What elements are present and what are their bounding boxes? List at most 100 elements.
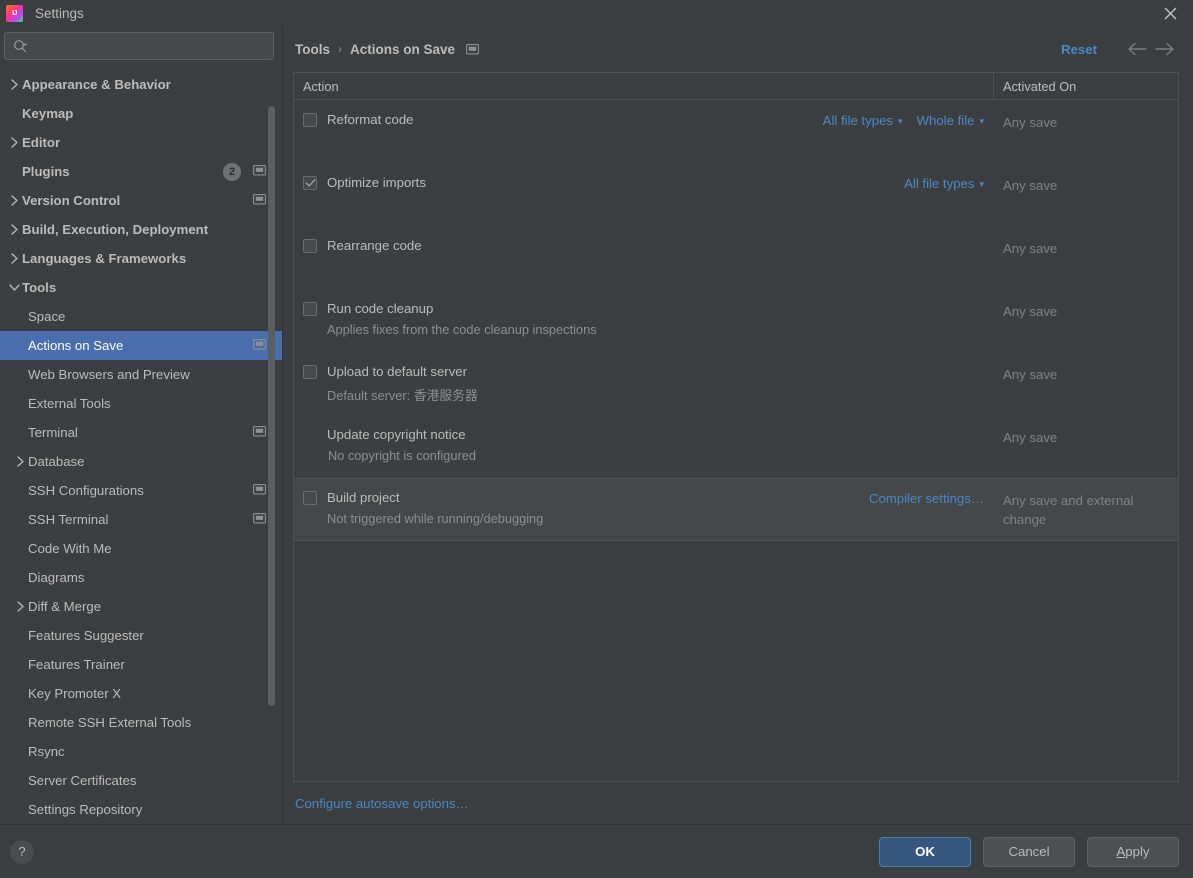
settings-content: Tools › Actions on Save Reset Action Act… <box>283 26 1193 824</box>
checkbox-optimize-imports[interactable] <box>303 175 317 190</box>
monitor-icon <box>253 193 266 208</box>
checkbox-run-code-cleanup[interactable] <box>303 301 317 316</box>
sidebar-item-label: Features Suggester <box>28 628 144 643</box>
monitor-icon <box>466 43 479 55</box>
table-row[interactable]: Upload to default server Default server: … <box>294 352 1178 415</box>
search-input[interactable] <box>28 38 267 54</box>
sidebar-item-label: Keymap <box>22 106 74 121</box>
sidebar-item-remote-ssh-external-tools[interactable]: Remote SSH External Tools <box>0 708 282 737</box>
option-link-all-file-types[interactable]: All file types ▾ <box>904 176 984 191</box>
sidebar-item-terminal[interactable]: Terminal <box>0 418 282 447</box>
sidebar-item-label: Tools <box>22 280 57 295</box>
sidebar-item-ssh-terminal[interactable]: SSH Terminal <box>0 505 282 534</box>
sidebar-item-space[interactable]: Space <box>0 302 282 331</box>
action-cell: Upload to default server Default server: … <box>294 352 984 415</box>
action-line: Update copyright notice <box>303 427 984 442</box>
action-line: Rearrange code <box>303 238 984 253</box>
table-row[interactable]: Optimize imports All file types ▾ Any save <box>294 163 1178 226</box>
option-link-label: Compiler settings… <box>868 491 984 506</box>
column-header-action[interactable]: Action <box>294 73 994 99</box>
sidebar-item-appearance-behavior[interactable]: Appearance & Behavior <box>0 70 282 99</box>
chevron-right-icon[interactable] <box>6 195 22 206</box>
action-line: Optimize imports <box>303 175 904 190</box>
settings-tree[interactable]: Appearance & Behavior Keymap Editor Plugins… <box>0 68 282 824</box>
sidebar-item-version-control[interactable]: Version Control <box>0 186 282 215</box>
sidebar-item-languages-frameworks[interactable]: Languages & Frameworks <box>0 244 282 273</box>
sidebar-item-web-browsers-and-preview[interactable]: Web Browsers and Preview <box>0 360 282 389</box>
sidebar-item-label: Space <box>28 309 66 324</box>
arrow-right-icon[interactable] <box>1151 35 1179 63</box>
action-options-cell <box>984 415 994 478</box>
action-label-run-code-cleanup: Run code cleanup <box>327 301 434 316</box>
checkbox-rearrange-code[interactable] <box>303 238 317 253</box>
chevron-right-icon[interactable] <box>6 137 22 148</box>
autosave-row: Configure autosave options… <box>293 782 1179 824</box>
sidebar-item-ssh-configurations[interactable]: SSH Configurations <box>0 476 282 505</box>
action-options-cell: All file types ▾ <box>904 163 994 226</box>
action-label-build-project: Build project <box>327 490 400 505</box>
chevron-right-icon[interactable] <box>12 601 28 612</box>
sidebar-item-settings-repository[interactable]: Settings Repository <box>0 795 282 824</box>
settings-dialog: IJ Settings Appearance & Behavior Keymap… <box>0 0 1193 878</box>
apply-button[interactable]: Apply <box>1087 836 1179 867</box>
action-description-update-copyright-notice: No copyright is configured <box>328 448 476 463</box>
actions-table: Action Activated On Reformat code All fil… <box>293 72 1179 782</box>
configure-autosave-options-link[interactable]: Configure autosave options… <box>295 796 469 811</box>
sidebar-item-keymap[interactable]: Keymap <box>0 99 282 128</box>
option-link-all-file-types[interactable]: All file types ▾ <box>823 113 903 128</box>
sidebar-item-server-certificates[interactable]: Server Certificates <box>0 766 282 795</box>
ok-button[interactable]: OK <box>879 836 971 867</box>
action-options-cell: Compiler settings… <box>869 478 994 541</box>
sidebar-item-plugins[interactable]: Plugins 2 <box>0 157 282 186</box>
dialog-footer: ? OK Cancel Apply <box>0 824 1193 878</box>
chevron-down-icon[interactable] <box>6 283 22 292</box>
sidebar-item-external-tools[interactable]: External Tools <box>0 389 282 418</box>
table-row[interactable]: Run code cleanup Applies fixes from the c… <box>294 289 1178 352</box>
sidebar-item-build-execution-deployment[interactable]: Build, Execution, Deployment <box>0 215 282 244</box>
table-row[interactable]: Update copyright notice No copyright is c… <box>294 415 1178 478</box>
action-line: Build project <box>303 490 869 505</box>
help-button[interactable]: ? <box>10 839 34 864</box>
table-row[interactable]: Reformat code All file types ▾ Whole file ▾ A… <box>294 100 1178 163</box>
sidebar-item-tools[interactable]: Tools <box>0 273 282 302</box>
sidebar-item-rsync[interactable]: Rsync <box>0 737 282 766</box>
sidebar-item-label: Features Trainer <box>28 657 125 672</box>
chevron-right-icon[interactable] <box>6 253 22 264</box>
table-row[interactable]: Rearrange code Any save <box>294 226 1178 289</box>
arrow-left-icon[interactable] <box>1123 35 1151 63</box>
close-icon[interactable] <box>1147 0 1193 26</box>
activated-on-cell: Any save <box>1003 178 1058 193</box>
sidebar-item-features-suggester[interactable]: Features Suggester <box>0 621 282 650</box>
sidebar-item-diff-merge[interactable]: Diff & Merge <box>0 592 282 621</box>
sidebar-item-label: Actions on Save <box>28 338 124 353</box>
checkbox-reformat-code[interactable] <box>303 112 317 127</box>
chevron-right-icon[interactable] <box>6 79 22 90</box>
action-label-optimize-imports: Optimize imports <box>327 175 426 190</box>
sidebar-item-code-with-me[interactable]: Code With Me <box>0 534 282 563</box>
sidebar-item-actions-on-save[interactable]: Actions on Save <box>0 331 282 360</box>
checkbox-upload-to-default-server[interactable] <box>303 364 317 379</box>
chevron-right-icon[interactable] <box>6 224 22 235</box>
breadcrumb: Tools › Actions on Save Reset <box>293 26 1179 72</box>
activated-on-cell: Any save <box>1003 430 1058 445</box>
checkbox-build-project[interactable] <box>303 490 317 505</box>
sidebar-item-features-trainer[interactable]: Features Trainer <box>0 650 282 679</box>
sidebar-item-editor[interactable]: Editor <box>0 128 282 157</box>
option-link-whole-file[interactable]: Whole file ▾ <box>917 113 984 128</box>
column-header-activated-on[interactable]: Activated On <box>994 73 1178 99</box>
sidebar-item-diagrams[interactable]: Diagrams <box>0 563 282 592</box>
sidebar-item-database[interactable]: Database <box>0 447 282 476</box>
search-box[interactable] <box>4 32 274 60</box>
breadcrumb-root[interactable]: Tools <box>295 42 330 57</box>
sidebar-scrollbar-thumb[interactable] <box>268 106 275 706</box>
option-link-compiler-settings[interactable]: Compiler settings… <box>869 491 984 506</box>
reset-button[interactable]: Reset <box>1061 42 1097 57</box>
cancel-button[interactable]: Cancel <box>983 836 1075 867</box>
activated-on-cell: Any save <box>1003 367 1058 382</box>
sidebar-item-key-promoter-x[interactable]: Key Promoter X <box>0 679 282 708</box>
sidebar-item-label: External Tools <box>28 396 111 411</box>
sidebar-item-label: Languages & Frameworks <box>22 251 187 266</box>
chevron-right-icon[interactable] <box>12 456 28 467</box>
breadcrumb-current: Actions on Save <box>350 41 456 57</box>
table-row[interactable]: Build project Not triggered while running… <box>294 478 1178 541</box>
